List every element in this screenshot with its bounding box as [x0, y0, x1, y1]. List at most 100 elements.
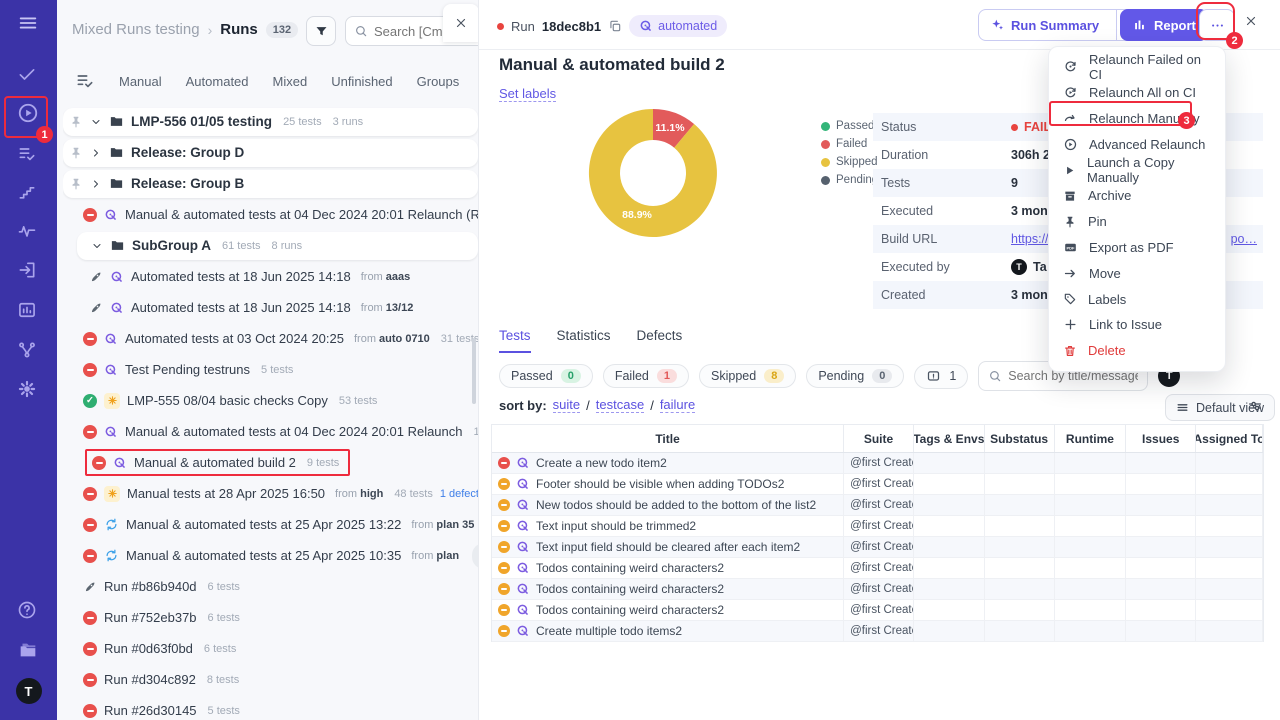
- menu-item-archive[interactable]: Archive: [1049, 183, 1225, 209]
- sidebar-folders-icon[interactable]: [17, 639, 41, 663]
- details-close-icon[interactable]: [1244, 14, 1258, 28]
- menu-item-move[interactable]: Move: [1049, 260, 1225, 286]
- sidebar-hamburger-icon[interactable]: [17, 12, 41, 36]
- run-row[interactable]: Manual & automated tests at 25 Apr 2025 …: [63, 540, 478, 571]
- run-row[interactable]: Automated tests at 18 Jun 2025 14:18from…: [63, 292, 478, 323]
- filter-chip-comments[interactable]: 1: [914, 364, 968, 389]
- sidebar-branch-icon[interactable]: [17, 340, 41, 364]
- run-row[interactable]: Test Pending testruns5 tests: [63, 354, 478, 385]
- folder-row[interactable]: LMP-556 01/05 testing25 tests3 runs: [63, 106, 478, 137]
- runs-scrollbar[interactable]: [472, 338, 476, 404]
- select-runs-icon[interactable]: [75, 71, 95, 91]
- run-row[interactable]: Manual tests at 28 Apr 2025 16:50from hi…: [63, 478, 478, 509]
- run-row-defects-link[interactable]: 1 defects: [440, 488, 478, 500]
- table-row[interactable]: Text input field should be cleared after…: [492, 537, 1263, 558]
- column-header-issues[interactable]: Issues: [1126, 425, 1196, 452]
- runs-tab-automated[interactable]: Automated: [186, 74, 249, 89]
- table-row[interactable]: Create a new todo item2@first Create ...: [492, 453, 1263, 474]
- menu-item-pin[interactable]: Pin: [1049, 209, 1225, 235]
- filter-chip-failed[interactable]: Failed1: [603, 364, 689, 388]
- sort-by-testcase[interactable]: testcase: [596, 397, 644, 413]
- copy-icon[interactable]: [608, 19, 622, 33]
- filter-chip-passed[interactable]: Passed0: [499, 364, 593, 388]
- runs-tab-groups[interactable]: Groups: [417, 74, 460, 89]
- run-row[interactable]: Manual & automated tests at 25 Apr 2025 …: [63, 509, 478, 540]
- filter-chip-pending[interactable]: Pending0: [806, 364, 904, 388]
- build-url-link-end[interactable]: po…: [1231, 232, 1257, 246]
- runs-tab-mixed[interactable]: Mixed: [273, 74, 308, 89]
- table-row[interactable]: Todos containing weird characters2@first…: [492, 558, 1263, 579]
- breadcrumb-current[interactable]: Runs: [220, 21, 258, 38]
- sidebar-account-avatar[interactable]: T: [16, 678, 42, 704]
- menu-item-relaunch-failed-on-ci[interactable]: Relaunch Failed on CI: [1049, 54, 1225, 80]
- filter-button[interactable]: [306, 16, 336, 46]
- set-labels-link[interactable]: Set labels: [499, 86, 556, 102]
- folder-row[interactable]: SubGroup A61 tests8 runs: [63, 230, 478, 261]
- table-row[interactable]: New todos should be added to the bottom …: [492, 495, 1263, 516]
- sidebar-play-circle-icon[interactable]: [17, 102, 41, 126]
- menu-item-relaunch-manually[interactable]: Relaunch Manually: [1049, 106, 1225, 132]
- sidebar-check-icon[interactable]: [17, 64, 41, 88]
- folder-row[interactable]: Release: Group B: [63, 168, 478, 199]
- run-tag-pill[interactable]: automated: [629, 15, 727, 37]
- table-row[interactable]: Todos containing weird characters2@first…: [492, 579, 1263, 600]
- breadcrumb-project[interactable]: Mixed Runs testing: [72, 21, 200, 38]
- column-header-assigned-to[interactable]: Assigned To: [1196, 425, 1263, 452]
- sidebar-help-icon[interactable]: [17, 600, 41, 624]
- chevron-right-icon[interactable]: [90, 178, 102, 190]
- column-header-substatus[interactable]: Substatus: [985, 425, 1055, 452]
- tab-statistics[interactable]: Statistics: [557, 328, 611, 353]
- sidebar-gear-icon[interactable]: [17, 379, 41, 403]
- report-button[interactable]: Report: [1120, 9, 1208, 41]
- run-row[interactable]: Run #0d63f0bd6 tests: [63, 633, 478, 664]
- run-row[interactable]: LMP-555 08/04 basic checks Copy53 tests: [63, 385, 478, 416]
- run-row[interactable]: Run #26d301455 tests: [63, 695, 478, 720]
- column-header-tags-envs[interactable]: Tags & Envs: [914, 425, 985, 452]
- sort-by-suite[interactable]: suite: [553, 397, 580, 413]
- legend-label: Pending: [836, 174, 878, 186]
- runs-tab-manual[interactable]: Manual: [119, 74, 162, 89]
- sidebar-login-icon[interactable]: [17, 260, 41, 284]
- chevron-down-icon[interactable]: [91, 240, 103, 252]
- sidebar-list-check-icon[interactable]: [17, 144, 41, 168]
- sidebar-steps-icon[interactable]: [17, 182, 41, 206]
- menu-item-labels[interactable]: Labels: [1049, 286, 1225, 312]
- table-row[interactable]: Footer should be visible when adding TOD…: [492, 474, 1263, 495]
- table-row[interactable]: Create multiple todo items2@first Create…: [492, 621, 1263, 642]
- sidebar-bar-chart-icon[interactable]: [17, 300, 41, 324]
- table-row[interactable]: Text input should be trimmed2@first Crea…: [492, 516, 1263, 537]
- column-header-runtime[interactable]: Runtime: [1055, 425, 1127, 452]
- column-header-suite[interactable]: Suite: [844, 425, 914, 452]
- run-row[interactable]: Run #d304c8928 tests: [63, 664, 478, 695]
- column-header-title[interactable]: Title: [492, 425, 844, 452]
- filter-chip-skipped[interactable]: Skipped8: [699, 364, 796, 388]
- run-row[interactable]: Run #b86b940d6 tests: [63, 571, 478, 602]
- menu-item-label: Pin: [1088, 214, 1107, 229]
- runs-tab-unfinished[interactable]: Unfinished: [331, 74, 392, 89]
- run-row[interactable]: Automated tests at 18 Jun 2025 14:18from…: [63, 261, 478, 292]
- tab-tests[interactable]: Tests: [499, 328, 531, 353]
- tab-defects[interactable]: Defects: [637, 328, 683, 353]
- view-settings-icon[interactable]: [1247, 398, 1263, 414]
- chevron-down-icon[interactable]: [90, 116, 102, 128]
- detail-label: Created: [881, 288, 1011, 302]
- sidebar-pulse-icon[interactable]: [17, 221, 41, 245]
- menu-item-advanced-relaunch[interactable]: Advanced Relaunch: [1049, 131, 1225, 157]
- run-row[interactable]: Manual & automated tests at 04 Dec 2024 …: [63, 416, 478, 447]
- menu-item-export-as-pdf[interactable]: PDFExport as PDF: [1049, 235, 1225, 261]
- build-url-link[interactable]: https://: [1011, 232, 1049, 246]
- chevron-right-icon[interactable]: [90, 147, 102, 159]
- menu-item-delete[interactable]: Delete: [1049, 338, 1225, 364]
- menu-item-launch-a-copy-manually[interactable]: Launch a Copy Manually: [1049, 157, 1225, 183]
- panel-close-button[interactable]: [443, 4, 478, 42]
- sort-by-failure[interactable]: failure: [660, 397, 695, 413]
- run-row[interactable]: Manual & automated tests at 04 Dec 2024 …: [63, 199, 478, 230]
- run-row[interactable]: Manual & automated build 29 tests: [63, 447, 478, 478]
- menu-item-relaunch-all-on-ci[interactable]: Relaunch All on CI: [1049, 80, 1225, 106]
- menu-item-link-to-issue[interactable]: Link to Issue: [1049, 312, 1225, 338]
- folder-row[interactable]: Release: Group D: [63, 137, 478, 168]
- legend-dot: [821, 176, 830, 185]
- run-row[interactable]: Run #752eb37b6 tests: [63, 602, 478, 633]
- run-row[interactable]: Automated tests at 03 Oct 2024 20:25from…: [63, 323, 478, 354]
- table-row[interactable]: Todos containing weird characters2@first…: [492, 600, 1263, 621]
